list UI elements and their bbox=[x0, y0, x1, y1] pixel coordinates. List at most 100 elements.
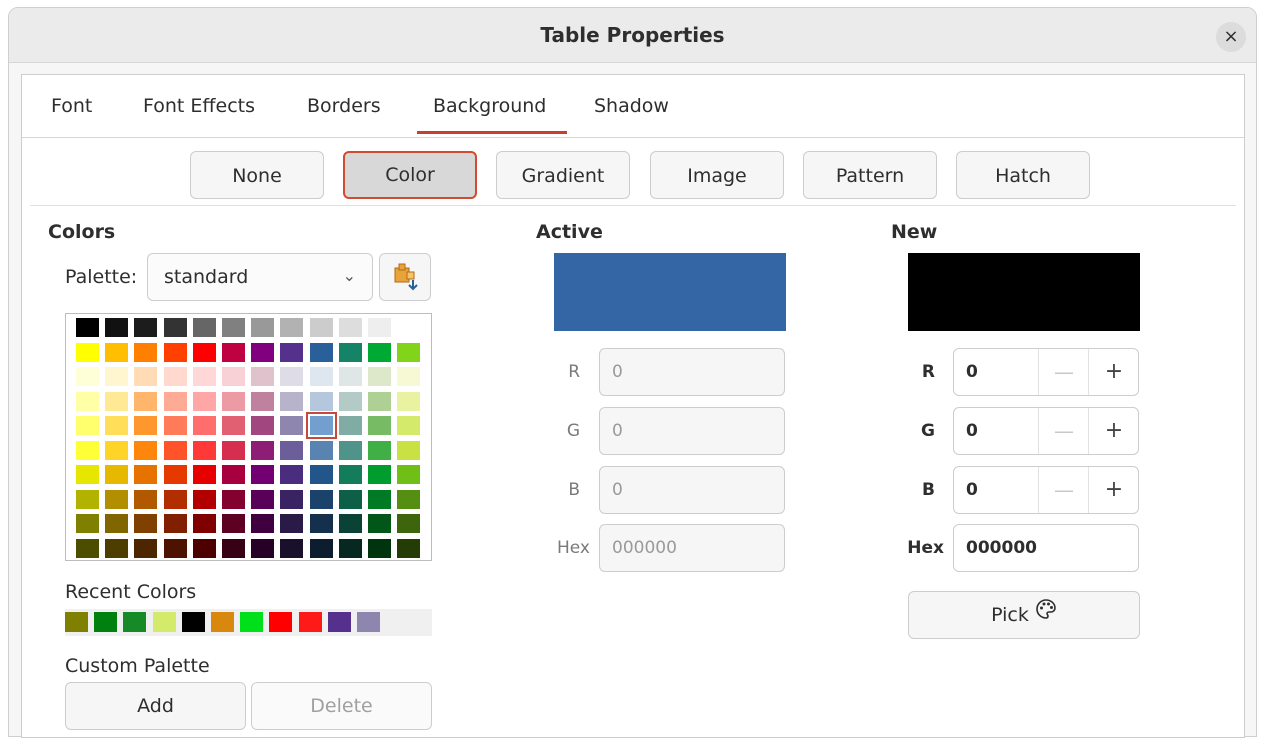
palette-swatch[interactable] bbox=[309, 514, 333, 533]
palette-swatch[interactable] bbox=[309, 342, 333, 362]
palette-swatch[interactable] bbox=[76, 416, 99, 435]
palette-swatch[interactable] bbox=[105, 318, 129, 337]
palette-swatch[interactable] bbox=[251, 318, 275, 337]
palette-swatch[interactable] bbox=[368, 465, 391, 484]
palette-swatch[interactable] bbox=[134, 342, 158, 362]
palette-swatch[interactable] bbox=[309, 367, 333, 386]
palette-swatch[interactable] bbox=[134, 440, 158, 460]
close-button[interactable]: × bbox=[1216, 22, 1246, 52]
palette-swatch[interactable] bbox=[163, 538, 187, 558]
palette-swatch[interactable] bbox=[192, 465, 216, 484]
b-increment-button[interactable]: + bbox=[1088, 467, 1139, 513]
palette-swatch[interactable] bbox=[105, 391, 129, 411]
palette-swatch[interactable] bbox=[105, 440, 129, 460]
palette-swatch[interactable] bbox=[76, 440, 99, 460]
recent-color-swatch[interactable] bbox=[65, 612, 88, 632]
palette-swatch[interactable] bbox=[163, 318, 187, 337]
palette-swatch[interactable] bbox=[397, 342, 421, 362]
image-button[interactable]: Image bbox=[650, 151, 784, 199]
g-decrement-button[interactable]: — bbox=[1038, 408, 1089, 454]
palette-swatch[interactable] bbox=[105, 367, 129, 386]
palette-swatch[interactable] bbox=[163, 367, 187, 386]
palette-swatch[interactable] bbox=[280, 489, 304, 509]
palette-swatch[interactable] bbox=[134, 514, 158, 533]
palette-swatch[interactable] bbox=[397, 514, 421, 533]
palette-swatch[interactable] bbox=[397, 465, 421, 484]
palette-swatch[interactable] bbox=[192, 489, 216, 509]
new-g-spinbox[interactable]: 0 — + bbox=[953, 407, 1139, 455]
color-button[interactable]: Color bbox=[343, 151, 477, 199]
palette-swatch[interactable] bbox=[76, 318, 99, 337]
palette-swatch[interactable] bbox=[251, 342, 275, 362]
palette-swatch[interactable] bbox=[163, 489, 187, 509]
r-decrement-button[interactable]: — bbox=[1038, 349, 1089, 395]
palette-swatch[interactable] bbox=[251, 391, 275, 411]
palette-swatch[interactable] bbox=[134, 465, 158, 484]
palette-options-button[interactable] bbox=[379, 253, 431, 301]
palette-swatch[interactable] bbox=[251, 367, 275, 386]
palette-swatch[interactable] bbox=[222, 440, 245, 460]
palette-swatch[interactable] bbox=[368, 440, 391, 460]
palette-swatch[interactable] bbox=[76, 514, 99, 533]
palette-swatch[interactable] bbox=[309, 538, 333, 558]
palette-swatch[interactable] bbox=[192, 391, 216, 411]
new-b-spinbox[interactable]: 0 — + bbox=[953, 466, 1139, 514]
palette-swatch[interactable] bbox=[163, 416, 187, 435]
palette-swatch[interactable] bbox=[192, 318, 216, 337]
palette-swatch[interactable] bbox=[222, 391, 245, 411]
r-increment-button[interactable]: + bbox=[1088, 349, 1139, 395]
palette-swatch[interactable] bbox=[280, 391, 304, 411]
palette-swatch[interactable] bbox=[222, 514, 245, 533]
recent-color-swatch[interactable] bbox=[269, 612, 293, 632]
palette-swatch[interactable] bbox=[338, 538, 362, 558]
palette-swatch[interactable] bbox=[368, 367, 391, 386]
palette-swatch[interactable] bbox=[192, 416, 216, 435]
palette-swatch[interactable] bbox=[280, 514, 304, 533]
tab-borders[interactable]: Borders bbox=[307, 95, 381, 117]
palette-swatch[interactable] bbox=[280, 440, 304, 460]
palette-swatch[interactable] bbox=[76, 342, 99, 362]
palette-swatch[interactable] bbox=[397, 489, 421, 509]
palette-swatch[interactable] bbox=[163, 391, 187, 411]
palette-swatch[interactable] bbox=[309, 318, 333, 337]
delete-button[interactable]: Delete bbox=[251, 682, 432, 730]
palette-swatch[interactable] bbox=[134, 538, 158, 558]
palette-swatch[interactable] bbox=[368, 514, 391, 533]
palette-swatch[interactable] bbox=[192, 367, 216, 386]
palette-swatch[interactable] bbox=[192, 538, 216, 558]
palette-swatch[interactable] bbox=[134, 416, 158, 435]
palette-swatch[interactable] bbox=[163, 440, 187, 460]
palette-swatch[interactable] bbox=[76, 538, 99, 558]
palette-swatch[interactable] bbox=[368, 538, 391, 558]
recent-color-swatch[interactable] bbox=[152, 612, 176, 632]
palette-swatch[interactable] bbox=[76, 489, 99, 509]
new-r-spinbox[interactable]: 0 — + bbox=[953, 348, 1139, 396]
new-hex-field[interactable]: 000000 bbox=[953, 524, 1139, 572]
palette-swatch[interactable] bbox=[134, 318, 158, 337]
palette-swatch[interactable] bbox=[280, 367, 304, 386]
palette-swatch[interactable] bbox=[397, 318, 421, 337]
recent-color-swatch[interactable] bbox=[298, 612, 322, 632]
recent-color-swatch[interactable] bbox=[327, 612, 351, 632]
palette-swatch[interactable] bbox=[280, 538, 304, 558]
palette-swatch[interactable] bbox=[309, 391, 333, 411]
none-button[interactable]: None bbox=[190, 151, 324, 199]
gradient-button[interactable]: Gradient bbox=[496, 151, 630, 199]
palette-swatch[interactable] bbox=[338, 440, 362, 460]
palette-swatch[interactable] bbox=[134, 489, 158, 509]
add-button[interactable]: Add bbox=[65, 682, 246, 730]
tab-background[interactable]: Background bbox=[433, 95, 546, 117]
palette-swatch[interactable] bbox=[76, 465, 99, 484]
recent-color-swatch[interactable] bbox=[357, 612, 380, 632]
palette-swatch[interactable] bbox=[105, 342, 129, 362]
palette-swatch[interactable] bbox=[251, 440, 275, 460]
palette-swatch[interactable] bbox=[309, 465, 333, 484]
palette-swatch[interactable] bbox=[251, 416, 275, 435]
recent-color-swatch[interactable] bbox=[240, 612, 264, 632]
palette-swatch[interactable] bbox=[338, 514, 362, 533]
tab-font-effects[interactable]: Font Effects bbox=[143, 95, 255, 117]
palette-swatch[interactable] bbox=[222, 416, 245, 435]
palette-swatch[interactable] bbox=[338, 465, 362, 484]
palette-swatch[interactable] bbox=[105, 538, 129, 558]
palette-select[interactable]: standard ⌄ bbox=[147, 253, 373, 301]
